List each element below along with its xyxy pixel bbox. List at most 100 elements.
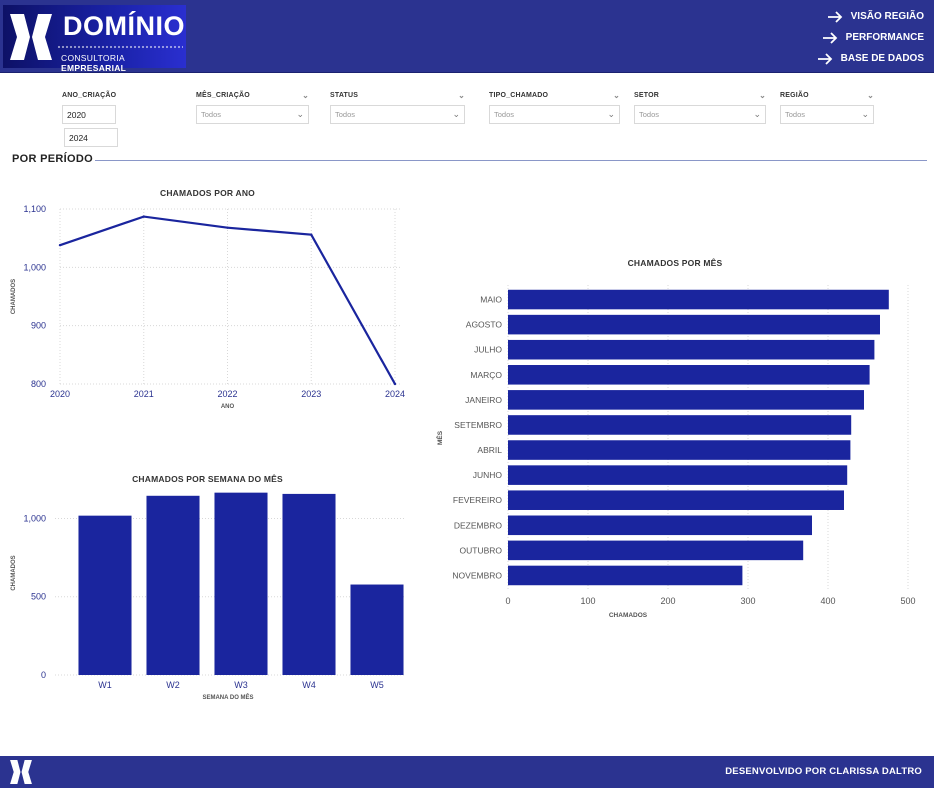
status-dropdown[interactable]: Todos ⌄ (330, 105, 465, 124)
series-line (59, 215, 396, 385)
bar-março (508, 365, 870, 385)
x-tick-label: 2022 (217, 389, 237, 399)
chevron-down-icon[interactable]: ⌄ (613, 91, 620, 100)
x-tick-label: W2 (166, 680, 180, 690)
y-axis-label: CHAMADOS (11, 279, 17, 314)
y-tick-label: JANEIRO (465, 395, 502, 405)
x-tick-label: W4 (302, 680, 316, 690)
x-tick-label: 2020 (50, 389, 70, 399)
year-to-input[interactable]: 2024 (64, 128, 118, 147)
chevron-down-icon[interactable]: ⌄ (302, 91, 309, 100)
chart-title-por-semana: CHAMADOS POR SEMANA DO MÊS (132, 474, 283, 484)
filter-label: STATUS ⌄ (330, 89, 465, 101)
filter-label: SETOR ⌄ (634, 89, 766, 101)
data-point (142, 215, 145, 218)
y-tick-label: NOVEMBRO (452, 570, 502, 580)
filter-regiao-label: REGIÃO (780, 91, 809, 99)
y-tick-label: SETEMBRO (454, 420, 502, 430)
year-from-input[interactable]: 2020 (62, 105, 116, 124)
chevron-down-icon: ⌄ (861, 109, 869, 119)
y-tick-label: 1,100 (23, 204, 46, 214)
regiao-dropdown[interactable]: Todos ⌄ (780, 105, 874, 124)
nav-visao-regiao[interactable]: VISÃO REGIÃO (804, 6, 924, 27)
y-tick-label: AGOSTO (466, 320, 503, 330)
bar-w1 (78, 515, 132, 675)
data-point (393, 382, 397, 386)
x-tick-label: 2024 (385, 389, 405, 399)
y-tick-label: JULHO (474, 345, 502, 355)
bar-outubro (508, 540, 804, 561)
tipo-dropdown[interactable]: Todos ⌄ (489, 105, 620, 124)
top-header: DOMÍNIO CONSULTORIA EMPRESARIAL VISÃO RE… (0, 0, 934, 73)
arrow-right-icon (822, 31, 837, 44)
chevron-down-icon[interactable]: ⌄ (867, 91, 874, 100)
nav-label: PERFORMANCE (845, 32, 924, 43)
filter-ano-label: ANO_CRIAÇÃO (62, 91, 117, 99)
bar-setembro (508, 415, 852, 435)
bar-chart-chamados-por-mes[interactable]: 0 100 200 300 400 500 MAIO AGOSTO JULHO MARÇO JANE… (430, 275, 930, 625)
mes-dropdown[interactable]: Todos ⌄ (196, 105, 309, 124)
y-tick-label: OUTUBRO (460, 545, 503, 555)
y-axis-label: CHAMADOS (11, 555, 17, 590)
x-tick-label: W5 (370, 680, 384, 690)
filter-ano-criacao: ANO_CRIAÇÃO 2020 2024 (62, 89, 176, 147)
bar-w3 (214, 492, 268, 675)
dashboard-page: DOMÍNIO CONSULTORIA EMPRESARIAL VISÃO RE… (0, 0, 934, 788)
nav-label: VISÃO REGIÃO (850, 11, 924, 22)
y-axis-label: MÊS (435, 430, 444, 445)
bar-novembro (508, 565, 743, 586)
x-tick-label: W3 (234, 680, 248, 690)
bar-dezembro (508, 515, 812, 536)
filter-status-label: STATUS (330, 91, 359, 99)
brand-name: DOMÍNIO (63, 11, 185, 41)
chart-title-por-mes: CHAMADOS POR MÊS (627, 258, 723, 268)
footer: DESENVOLVIDO POR CLARISSA DALTRO (0, 756, 934, 788)
nav-label: BASE DE DADOS (840, 53, 924, 64)
x-tick-label: 2023 (301, 389, 321, 399)
x-axis-label: CHAMADOS (609, 612, 648, 619)
filter-tipo-chamado: TIPO_CHAMADO ⌄ Todos ⌄ (489, 89, 620, 124)
bar-junho (508, 465, 848, 485)
footer-credit: DESENVOLVIDO POR CLARISSA DALTRO (725, 766, 922, 777)
x-tick-label: 100 (580, 596, 595, 606)
x-axis-label: SEMANA DO MÊS (202, 693, 253, 701)
filter-setor-label: SETOR (634, 91, 659, 99)
x-tick-label: W1 (98, 680, 112, 690)
y-tick-label: JUNHO (473, 470, 503, 480)
line-chart-chamados-por-ano[interactable]: 800 900 1,000 1,100 2020 2021 2022 2023 2024 ANO C… (0, 195, 420, 420)
y-tick-label: ABRIL (477, 445, 502, 455)
bar-fevereiro (508, 490, 844, 510)
x-axis-label: ANO (221, 404, 235, 410)
nav-base-de-dados[interactable]: BASE DE DADOS (804, 48, 924, 69)
y-tick-label: 900 (31, 321, 46, 331)
y-tick-label: 1,000 (23, 262, 46, 272)
bar-w5 (350, 584, 404, 675)
bar-chart-chamados-por-semana[interactable]: 0 500 1,000 W1 W2 W3 W4 W5 SEMANA DO MÊS CHAMADOS (0, 485, 420, 705)
nav-performance[interactable]: PERFORMANCE (804, 27, 924, 48)
chevron-down-icon[interactable]: ⌄ (458, 91, 465, 100)
chevron-down-icon: ⌄ (607, 109, 615, 119)
y-tick-label: DEZEMBRO (454, 520, 503, 530)
brand-subtitle: CONSULTORIA EMPRESARIAL (61, 53, 186, 73)
footer-logo-icon (10, 760, 32, 784)
filter-status: STATUS ⌄ Todos ⌄ (330, 89, 465, 124)
y-tick-label: 0 (41, 670, 46, 680)
x-tick-label: 0 (505, 596, 510, 606)
status-dropdown-value: Todos (335, 110, 356, 119)
arrow-right-icon (817, 52, 832, 65)
x-tick-label: 300 (740, 596, 755, 606)
filter-mes-label: MÊS_CRIAÇÃO (196, 91, 250, 99)
brand-logo[interactable]: DOMÍNIO CONSULTORIA EMPRESARIAL (3, 5, 186, 73)
bar-julho (508, 339, 875, 360)
chevron-down-icon: ⌄ (753, 109, 761, 119)
bar-agosto (508, 314, 880, 335)
setor-dropdown[interactable]: Todos ⌄ (634, 105, 766, 124)
data-point (226, 226, 229, 229)
chevron-down-icon[interactable]: ⌄ (759, 91, 766, 100)
filter-regiao: REGIÃO ⌄ Todos ⌄ (780, 89, 874, 124)
x-tick-label: 500 (900, 596, 915, 606)
y-tick-label: MAIO (480, 295, 502, 305)
filter-label: ANO_CRIAÇÃO (62, 89, 176, 101)
mes-dropdown-value: Todos (201, 110, 222, 119)
bar-w2 (146, 495, 200, 675)
